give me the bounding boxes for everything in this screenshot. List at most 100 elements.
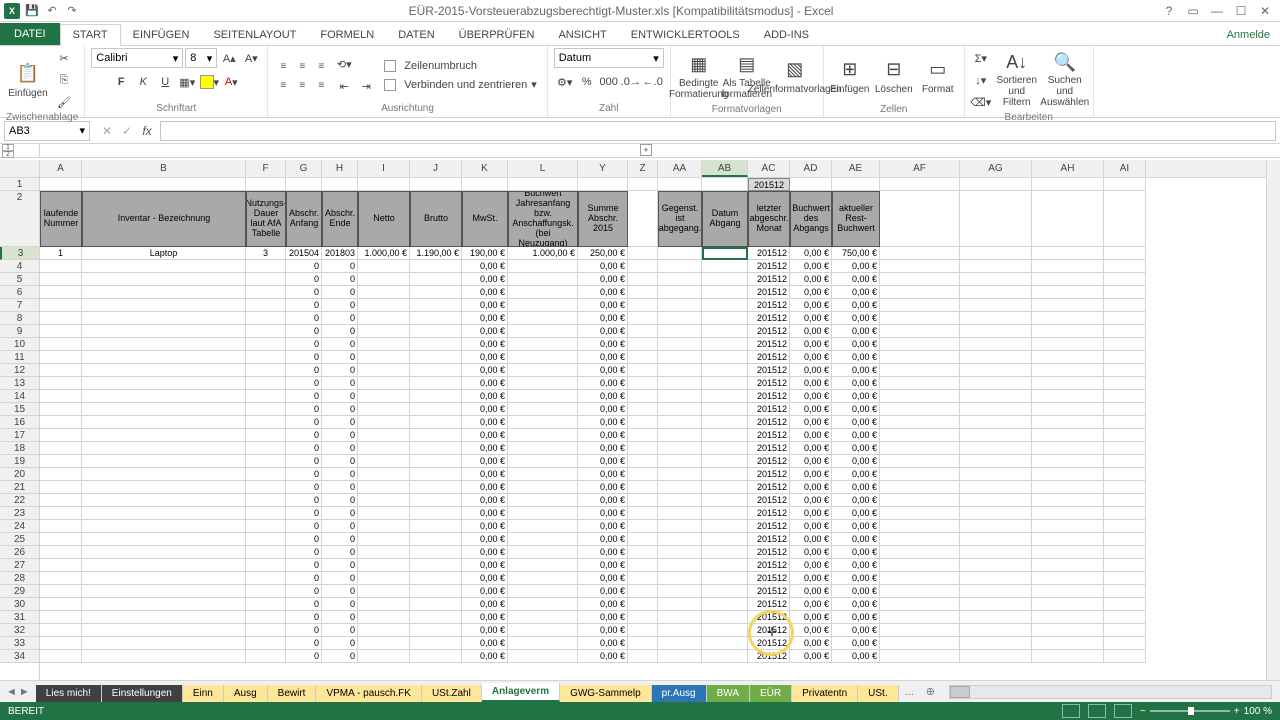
format-as-table-button[interactable]: ▤Als Tabelle formatieren [725, 48, 769, 104]
orientation-icon[interactable]: ⟲▾ [334, 55, 354, 75]
sheet-tab[interactable]: VPMA - pausch.FK [316, 685, 421, 702]
tab-ueberpruefen[interactable]: ÜBERPRÜFEN [447, 25, 547, 45]
format-painter-icon[interactable]: 🖌 [54, 92, 74, 112]
tab-seitenlayout[interactable]: SEITENLAYOUT [201, 25, 308, 45]
signin-link[interactable]: Anmelde [1217, 25, 1280, 45]
row-header-33[interactable]: 33 [0, 637, 39, 650]
tab-datei[interactable]: DATEI [0, 23, 60, 45]
copy-icon[interactable]: ⎘ [54, 70, 74, 90]
decrease-decimal-icon[interactable]: ←.0 [643, 72, 663, 92]
row-header-26[interactable]: 26 [0, 546, 39, 559]
zoom-out-icon[interactable]: − [1140, 706, 1146, 717]
sheet-nav-next-icon[interactable]: ► [19, 686, 30, 698]
row-header-22[interactable]: 22 [0, 494, 39, 507]
tab-einfuegen[interactable]: EINFÜGEN [121, 25, 202, 45]
sheet-tab[interactable]: Einn [183, 685, 224, 702]
sheet-tab[interactable]: Lies mich! [36, 685, 102, 702]
row-header-15[interactable]: 15 [0, 403, 39, 416]
row-header-3[interactable]: 3 [0, 247, 39, 260]
col-header-H[interactable]: H [322, 160, 358, 177]
maximize-icon[interactable]: ☐ [1230, 4, 1252, 18]
col-header-AB[interactable]: AB [702, 160, 748, 177]
col-header-AG[interactable]: AG [960, 160, 1032, 177]
increase-decimal-icon[interactable]: .0→ [621, 72, 641, 92]
cells-area[interactable]: 201512laufende NummerInventar - Bezeichn… [40, 178, 1280, 663]
bold-button[interactable]: F [111, 72, 131, 92]
row-header-12[interactable]: 12 [0, 364, 39, 377]
number-format-combo[interactable]: Datum▾ [554, 48, 664, 68]
col-header-L[interactable]: L [508, 160, 578, 177]
col-header-F[interactable]: F [246, 160, 286, 177]
indent-increase-icon[interactable]: ⇥ [356, 77, 376, 97]
conditional-format-button[interactable]: ▦Bedingte Formatierung [677, 48, 721, 104]
row-header-11[interactable]: 11 [0, 351, 39, 364]
row-header-20[interactable]: 20 [0, 468, 39, 481]
col-header-A[interactable]: A [40, 160, 82, 177]
row-header-16[interactable]: 16 [0, 416, 39, 429]
currency-icon[interactable]: ⚙▾ [555, 72, 575, 92]
col-header-J[interactable]: J [410, 160, 462, 177]
fill-color-button[interactable]: ▾ [199, 72, 219, 92]
sheet-tab[interactable]: Anlageverm [482, 683, 560, 702]
row-header-28[interactable]: 28 [0, 572, 39, 585]
cell-styles-button[interactable]: ▧Zellenformatvorlagen [773, 48, 817, 104]
col-header-AA[interactable]: AA [658, 160, 702, 177]
row-header-31[interactable]: 31 [0, 611, 39, 624]
thousands-icon[interactable]: 000 [599, 72, 619, 92]
row-header-32[interactable]: 32 [0, 624, 39, 637]
zoom-in-icon[interactable]: + [1234, 706, 1240, 717]
worksheet-grid[interactable]: 1234567891011121314151617181920212223242… [0, 160, 1280, 680]
col-header-I[interactable]: I [358, 160, 410, 177]
cancel-formula-icon[interactable]: ✕ [98, 124, 116, 138]
font-name-combo[interactable]: Calibri▾ [91, 48, 183, 68]
row-header-5[interactable]: 5 [0, 273, 39, 286]
row-header-27[interactable]: 27 [0, 559, 39, 572]
sheet-tab[interactable]: EÜR [750, 685, 792, 702]
view-normal-icon[interactable] [1062, 704, 1080, 718]
sort-filter-button[interactable]: A↓Sortieren und Filtern [995, 52, 1039, 108]
row-header-34[interactable]: 34 [0, 650, 39, 663]
sheet-more[interactable]: ... [899, 686, 920, 698]
sheet-tab[interactable]: Bewirt [268, 685, 317, 702]
merge-center-button[interactable]: Verbinden und zentrieren▾ [380, 76, 540, 93]
fill-icon[interactable]: ↓▾ [971, 70, 991, 90]
underline-button[interactable]: U [155, 72, 175, 92]
col-header-AH[interactable]: AH [1032, 160, 1104, 177]
sheet-tab[interactable]: Ausg [224, 685, 268, 702]
sheet-tab[interactable]: USt.Zahl [422, 685, 482, 702]
view-break-icon[interactable] [1114, 704, 1132, 718]
row-header-8[interactable]: 8 [0, 312, 39, 325]
row-header-4[interactable]: 4 [0, 260, 39, 273]
col-header-B[interactable]: B [82, 160, 246, 177]
fx-icon[interactable]: fx [138, 124, 156, 138]
sheet-tab[interactable]: USt. [858, 685, 898, 702]
help-icon[interactable]: ? [1158, 4, 1180, 18]
row-header-13[interactable]: 13 [0, 377, 39, 390]
tab-formeln[interactable]: FORMELN [308, 25, 386, 45]
wrap-text-button[interactable]: Zeilenumbruch [380, 58, 540, 74]
tab-daten[interactable]: DATEN [386, 25, 446, 45]
row-header-17[interactable]: 17 [0, 429, 39, 442]
undo-icon[interactable]: ↶ [44, 3, 60, 19]
paste-button[interactable]: 📋 Einfügen [6, 52, 50, 108]
insert-cells-button[interactable]: ⊞Einfügen [830, 48, 870, 104]
horizontal-scrollbar[interactable] [949, 685, 1272, 699]
cut-icon[interactable]: ✂ [54, 48, 74, 68]
sheet-nav-prev-icon[interactable]: ◄ [6, 686, 17, 698]
row-header-24[interactable]: 24 [0, 520, 39, 533]
col-header-Y[interactable]: Y [578, 160, 628, 177]
row-header-25[interactable]: 25 [0, 533, 39, 546]
col-header-AE[interactable]: AE [832, 160, 880, 177]
col-header-G[interactable]: G [286, 160, 322, 177]
tab-ansicht[interactable]: ANSICHT [546, 25, 618, 45]
row-header-9[interactable]: 9 [0, 325, 39, 338]
vertical-scrollbar[interactable] [1266, 160, 1280, 680]
row-header-21[interactable]: 21 [0, 481, 39, 494]
outline-expand-icon[interactable]: + [640, 144, 652, 156]
increase-font-icon[interactable]: A▴ [219, 48, 239, 68]
tab-addins[interactable]: ADD-INS [752, 25, 821, 45]
find-select-button[interactable]: 🔍Suchen und Auswählen [1043, 52, 1087, 108]
percent-icon[interactable]: % [577, 72, 597, 92]
new-sheet-icon[interactable]: ⊕ [920, 685, 941, 698]
border-button[interactable]: ▦▾ [177, 72, 197, 92]
